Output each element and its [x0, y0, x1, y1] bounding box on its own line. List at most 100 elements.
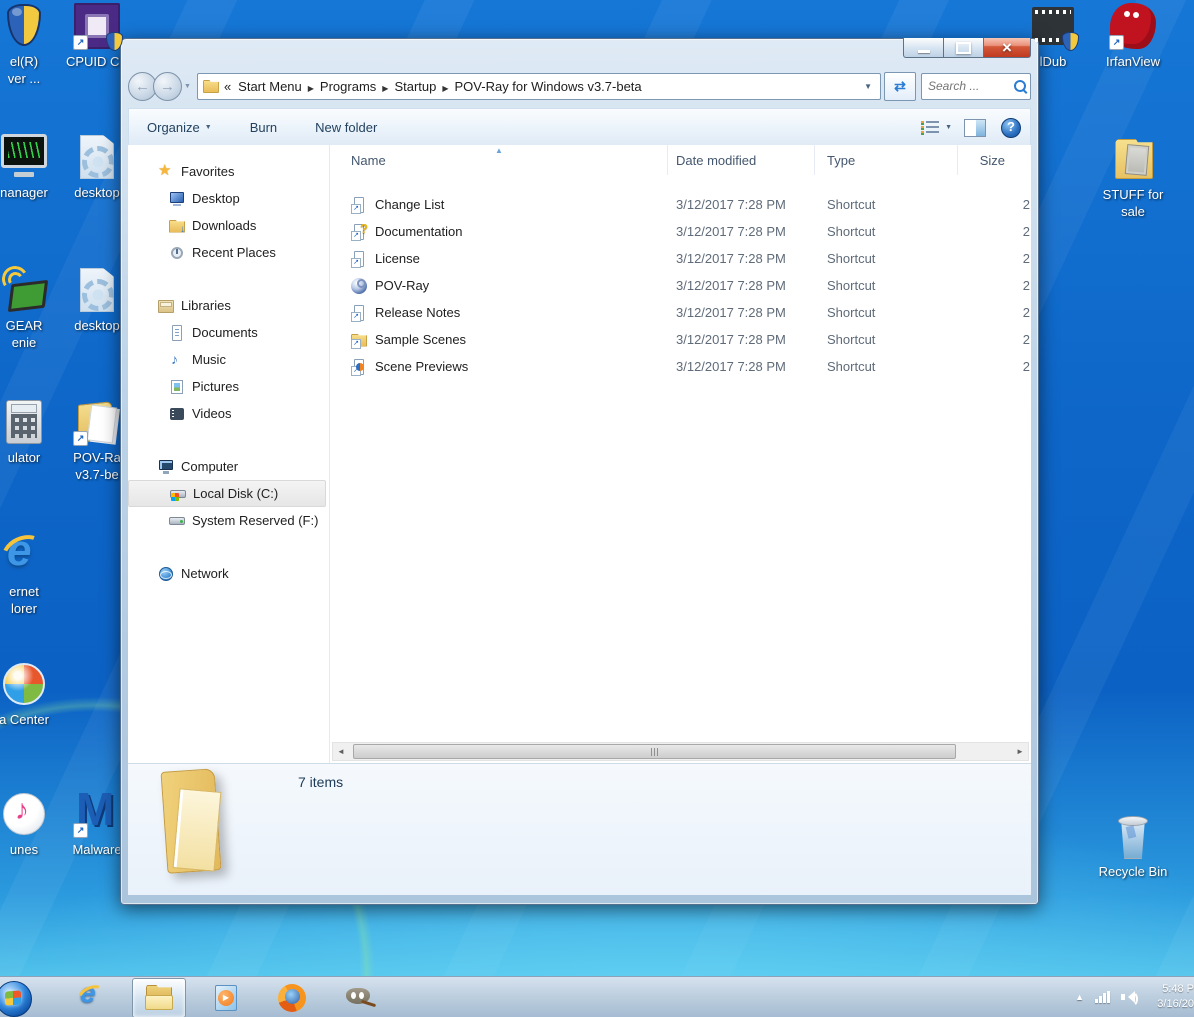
forward-button[interactable]: →: [153, 72, 182, 101]
taskbar-windows-explorer[interactable]: [132, 978, 186, 1017]
taskbar-internet-explorer[interactable]: [66, 979, 118, 1017]
type-cell: Shortcut: [815, 359, 958, 374]
change-view-button[interactable]: [917, 116, 943, 140]
sidebar-item-local-disk-c[interactable]: Local Disk (C:): [128, 480, 326, 507]
type-cell: Shortcut: [815, 278, 958, 293]
file-row-scene-previews[interactable]: Scene Previews3/12/2017 7:28 PMShortcut2: [330, 353, 1031, 380]
network-signal-icon[interactable]: [1095, 991, 1110, 1003]
item-count-label: 7 items: [298, 774, 343, 790]
taskbar-media-player[interactable]: [200, 979, 252, 1017]
chevron-right-icon: [378, 84, 392, 93]
address-dropdown-icon[interactable]: [861, 82, 875, 91]
sidebar-item-computer[interactable]: Computer: [128, 453, 329, 480]
breadcrumb-item-start-menu[interactable]: Start Menu: [236, 78, 304, 95]
sidebar-item-label: System Reserved (F:): [192, 513, 318, 528]
desktop-icon-stuff-for-sale[interactable]: STUFF for sale: [1087, 135, 1179, 221]
sidebar-item-label: Downloads: [192, 218, 256, 233]
file-name-cell: POV-Ray: [330, 278, 668, 294]
sort-ascending-icon[interactable]: ▲: [495, 146, 503, 155]
column-header-size[interactable]: Size: [958, 145, 1031, 175]
desktop-icon-irfanview[interactable]: IrfanView: [1087, 2, 1179, 71]
sidebar-item-videos[interactable]: Videos: [128, 400, 329, 427]
sidebar-item-downloads[interactable]: Downloads: [128, 212, 329, 239]
sidebar-item-desktop[interactable]: Desktop: [128, 185, 329, 212]
refresh-button[interactable]: ⇄: [884, 72, 916, 101]
scrollbar-thumb[interactable]: [353, 744, 956, 759]
column-header-date-modified[interactable]: Date modified: [668, 145, 815, 175]
sidebar-item-music[interactable]: Music: [128, 346, 329, 373]
file-row-license[interactable]: License3/12/2017 7:28 PMShortcut2: [330, 245, 1031, 272]
scene-doc-icon: [351, 359, 367, 375]
show-hidden-icons-button[interactable]: ▲: [1075, 992, 1084, 1002]
scrollbar-track[interactable]: [349, 743, 1012, 760]
sidebar-item-label: Videos: [192, 406, 232, 421]
close-button[interactable]: [984, 38, 1031, 58]
burn-button[interactable]: Burn: [238, 115, 289, 140]
organize-button[interactable]: Organize: [135, 115, 224, 140]
file-row-release-notes[interactable]: Release Notes3/12/2017 7:28 PMShortcut2: [330, 299, 1031, 326]
folder-shortcut-icon: [73, 398, 121, 446]
file-name-cell: Release Notes: [330, 305, 668, 321]
search-input[interactable]: [926, 78, 1000, 94]
desktop-icon-label: Recycle Bin: [1087, 864, 1179, 881]
desktop-icon-a-center[interactable]: a Center: [0, 660, 70, 729]
breadcrumb-item-programs[interactable]: Programs: [318, 78, 378, 95]
file-list: Change List3/12/2017 7:28 PMShortcut2Doc…: [330, 191, 1031, 380]
sidebar-item-pictures[interactable]: Pictures: [128, 373, 329, 400]
gear-doc-icon: [73, 266, 121, 314]
malwarebytes-icon: [73, 790, 121, 838]
file-row-documentation[interactable]: Documentation3/12/2017 7:28 PMShortcut2: [330, 218, 1031, 245]
sidebar-item-documents[interactable]: Documents: [128, 319, 329, 346]
taskbar-gimp[interactable]: [332, 979, 384, 1017]
column-headers: NameDate modifiedTypeSize: [330, 145, 1031, 175]
monitor-icon: [169, 191, 185, 207]
file-name: Change List: [375, 197, 444, 212]
file-name-cell: Scene Previews: [330, 359, 668, 375]
breadcrumb-item-startup[interactable]: Startup: [392, 78, 438, 95]
breadcrumb-item-pov-ray-for-windows-v3-7-beta[interactable]: POV-Ray for Windows v3.7-beta: [453, 78, 644, 95]
desktop-icon-label: STUFF for sale: [1087, 187, 1179, 221]
horizontal-scrollbar[interactable]: ◄ ►: [332, 742, 1029, 761]
size-cell: 2: [958, 332, 1031, 347]
minimize-button[interactable]: [903, 38, 944, 58]
explorer-folder-icon: [144, 983, 174, 1013]
column-header-type[interactable]: Type: [815, 145, 958, 175]
new-folder-button[interactable]: New folder: [303, 115, 389, 140]
sidebar-item-label: Desktop: [192, 191, 240, 206]
sidebar-item-label: Documents: [192, 325, 258, 340]
address-bar[interactable]: « Start MenuProgramsStartupPOV-Ray for W…: [197, 73, 881, 100]
maximize-button[interactable]: [944, 38, 984, 58]
sidebar-item-system-reserved-f[interactable]: System Reserved (F:): [128, 507, 329, 534]
scroll-right-icon[interactable]: ►: [1012, 747, 1028, 756]
sidebar-item-recent-places[interactable]: Recent Places: [128, 239, 329, 266]
file-name: POV-Ray: [375, 278, 429, 293]
preview-pane-button[interactable]: [962, 116, 988, 140]
sidebar-item-favorites[interactable]: Favorites: [128, 158, 329, 185]
file-name: Scene Previews: [375, 359, 468, 374]
shield-icon: [0, 2, 48, 50]
volume-icon[interactable]: [1121, 990, 1139, 1004]
computer-icon: [158, 459, 174, 475]
views-dropdown-icon[interactable]: [945, 124, 952, 131]
system-tray: ▲ 5:48 P 3/16/20: [1075, 982, 1194, 1012]
taskbar-firefox[interactable]: [266, 979, 318, 1017]
start-button[interactable]: [0, 979, 52, 1017]
desktop-icon-ernet-lorer[interactable]: ernet lorer: [0, 532, 70, 618]
help-button[interactable]: [998, 116, 1024, 140]
date-modified-cell: 3/12/2017 7:28 PM: [668, 332, 815, 347]
file-row-sample-scenes[interactable]: Sample Scenes3/12/2017 7:28 PMShortcut2: [330, 326, 1031, 353]
scroll-left-icon[interactable]: ◄: [333, 747, 349, 756]
sidebar-item-libraries[interactable]: Libraries: [128, 292, 329, 319]
recent-pages-dropdown-icon[interactable]: ▼: [184, 83, 191, 90]
file-row-change-list[interactable]: Change List3/12/2017 7:28 PMShortcut2: [330, 191, 1031, 218]
desktop-icon-recycle-bin[interactable]: Recycle Bin: [1087, 812, 1179, 881]
recent-icon: [169, 245, 185, 261]
type-cell: Shortcut: [815, 224, 958, 239]
taskbar-clock[interactable]: 5:48 P 3/16/20: [1150, 982, 1194, 1012]
gimp-icon: [343, 983, 373, 1013]
file-name: Sample Scenes: [375, 332, 466, 347]
search-box[interactable]: [921, 73, 1031, 100]
internet-explorer-icon: [77, 983, 107, 1013]
file-row-pov-ray[interactable]: POV-Ray3/12/2017 7:28 PMShortcut2: [330, 272, 1031, 299]
sidebar-item-network[interactable]: Network: [128, 560, 329, 587]
